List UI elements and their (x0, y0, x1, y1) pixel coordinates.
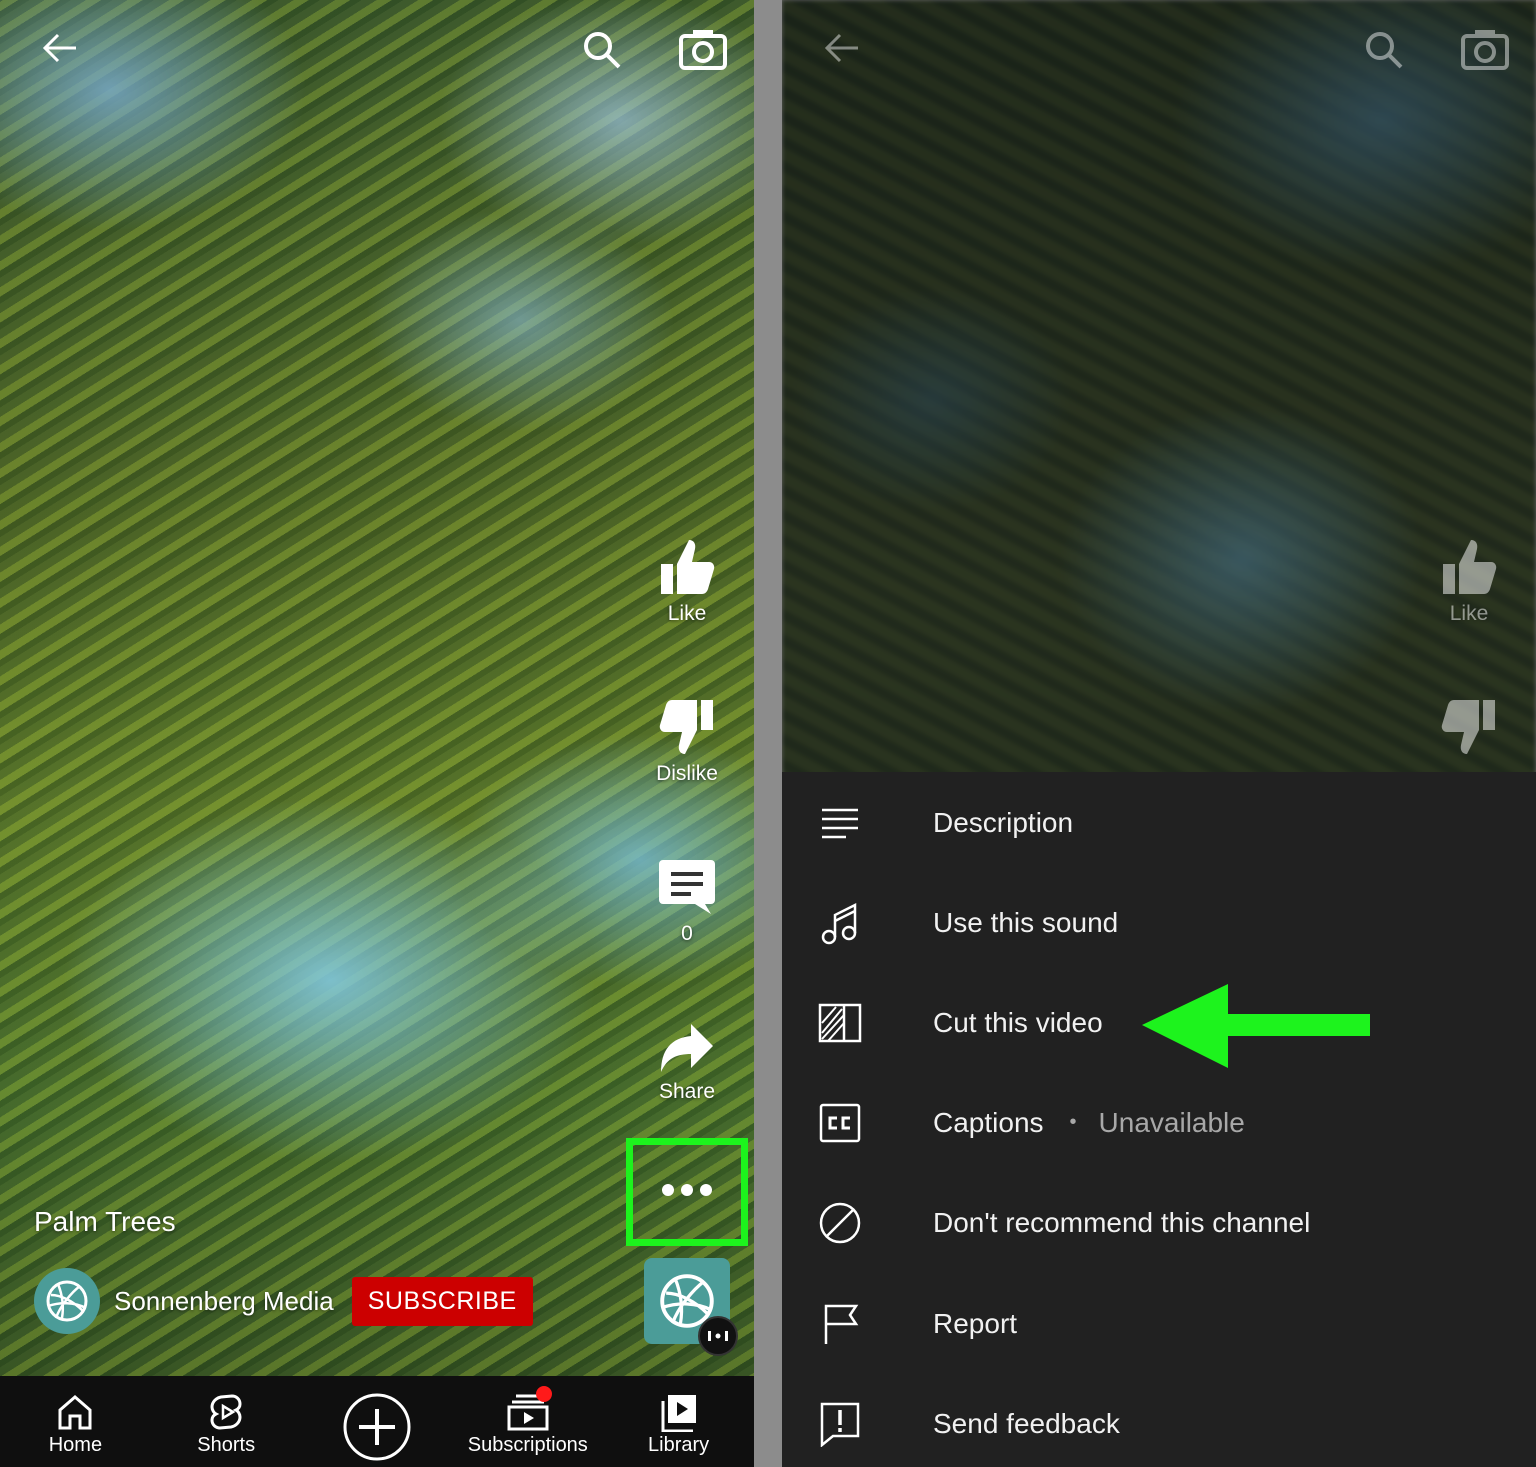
menu-item-dont-recommend[interactable]: Don't recommend this channel (782, 1173, 1536, 1273)
thumbs-down-icon (1441, 700, 1495, 754)
captions-status: Unavailable (1098, 1107, 1245, 1138)
menu-label-description: Description (933, 807, 1074, 838)
share-label: Share (658, 1080, 716, 1103)
menu-label-use-sound: Use this sound (933, 907, 1119, 938)
channel-row: Sonnenberg Media SUBSCRIBE (34, 1268, 533, 1334)
notification-dot (535, 1386, 552, 1402)
library-icon (661, 1395, 696, 1432)
video-title: Palm Trees (34, 1206, 176, 1237)
nav-shorts[interactable]: Shorts (151, 1376, 302, 1467)
like-button-dimmed: Like (1414, 536, 1524, 626)
menu-item-report[interactable]: Report (782, 1274, 1536, 1374)
like-label: Like (667, 602, 707, 625)
flag-icon (816, 1300, 864, 1348)
menu-item-captions: Captions • Unavailable (782, 1073, 1536, 1173)
thumbs-up-icon (661, 540, 715, 594)
nav-home-label: Home (48, 1434, 103, 1456)
thumbs-down-icon (659, 700, 713, 754)
menu-label-send-feedback: Send feedback (933, 1408, 1120, 1439)
share-button[interactable]: Share (632, 1020, 742, 1104)
music-note-icon (816, 899, 864, 947)
menu-item-description[interactable]: Description (782, 773, 1536, 873)
menu-label-captions: Captions (933, 1107, 1044, 1138)
bottom-navigation: Home Shorts Subscriptions Library (0, 1376, 754, 1467)
nav-shorts-label: Shorts (197, 1434, 256, 1456)
channel-name[interactable]: Sonnenberg Media (114, 1286, 334, 1317)
remix-badge-icon (698, 1316, 738, 1356)
nav-subscriptions-label: Subscriptions (467, 1434, 588, 1456)
panel-divider (754, 0, 782, 1467)
description-lines-icon (816, 799, 864, 847)
thumbs-up-icon (1443, 540, 1497, 594)
cut-video-icon (816, 999, 864, 1047)
search-icon (1354, 20, 1414, 80)
subscribe-button[interactable]: SUBSCRIBE (351, 1276, 533, 1326)
more-options-icon[interactable] (646, 1166, 728, 1214)
menu-label-captions-row: Captions • Unavailable (933, 1107, 1245, 1139)
share-arrow-icon (661, 1024, 713, 1072)
nav-subscriptions[interactable]: Subscriptions (452, 1376, 603, 1467)
comments-button[interactable]: 0 (632, 856, 742, 946)
shorts-icon (210, 1394, 242, 1430)
back-arrow-icon[interactable] (30, 18, 90, 78)
separator-dot-icon: • (1069, 1111, 1077, 1133)
comment-icon (659, 860, 715, 914)
shorts-player-right: Like Description Use this sound Cut this… (782, 0, 1536, 1467)
feedback-icon (816, 1400, 864, 1448)
channel-logo-icon (46, 1280, 88, 1322)
green-arrow-icon (1142, 984, 1370, 1068)
menu-label-report: Report (933, 1308, 1018, 1339)
camera-icon[interactable] (673, 20, 733, 80)
dislike-label: Dislike (656, 762, 718, 785)
create-plus-icon (343, 1393, 411, 1461)
back-arrow-icon (812, 18, 872, 78)
like-button[interactable]: Like (632, 536, 742, 626)
menu-label-dont-recommend: Don't recommend this channel (933, 1207, 1311, 1238)
block-circle-icon (816, 1199, 864, 1247)
more-options-sheet: Description Use this sound Cut this vide… (782, 772, 1536, 1467)
dislike-button-dimmed (1414, 696, 1524, 762)
nav-library[interactable]: Library (603, 1376, 754, 1467)
menu-label-cut-video: Cut this video (933, 1007, 1103, 1038)
like-label: Like (1449, 602, 1489, 625)
camera-icon (1455, 20, 1515, 80)
comments-count: 0 (681, 922, 693, 945)
dislike-button[interactable]: Dislike (632, 696, 742, 786)
video-dim-overlay[interactable] (782, 0, 1536, 772)
menu-item-send-feedback[interactable]: Send feedback (782, 1374, 1536, 1467)
home-icon (58, 1395, 92, 1430)
nav-create[interactable] (302, 1376, 453, 1467)
menu-item-use-sound[interactable]: Use this sound (782, 873, 1536, 973)
channel-avatar[interactable] (34, 1268, 100, 1334)
nav-home[interactable]: Home (0, 1376, 151, 1467)
shorts-player-left: Like Dislike 0 Share Palm Trees Sonnenbe… (0, 0, 754, 1467)
search-icon[interactable] (572, 20, 632, 80)
nav-library-label: Library (648, 1434, 710, 1456)
closed-captions-icon (816, 1099, 864, 1147)
